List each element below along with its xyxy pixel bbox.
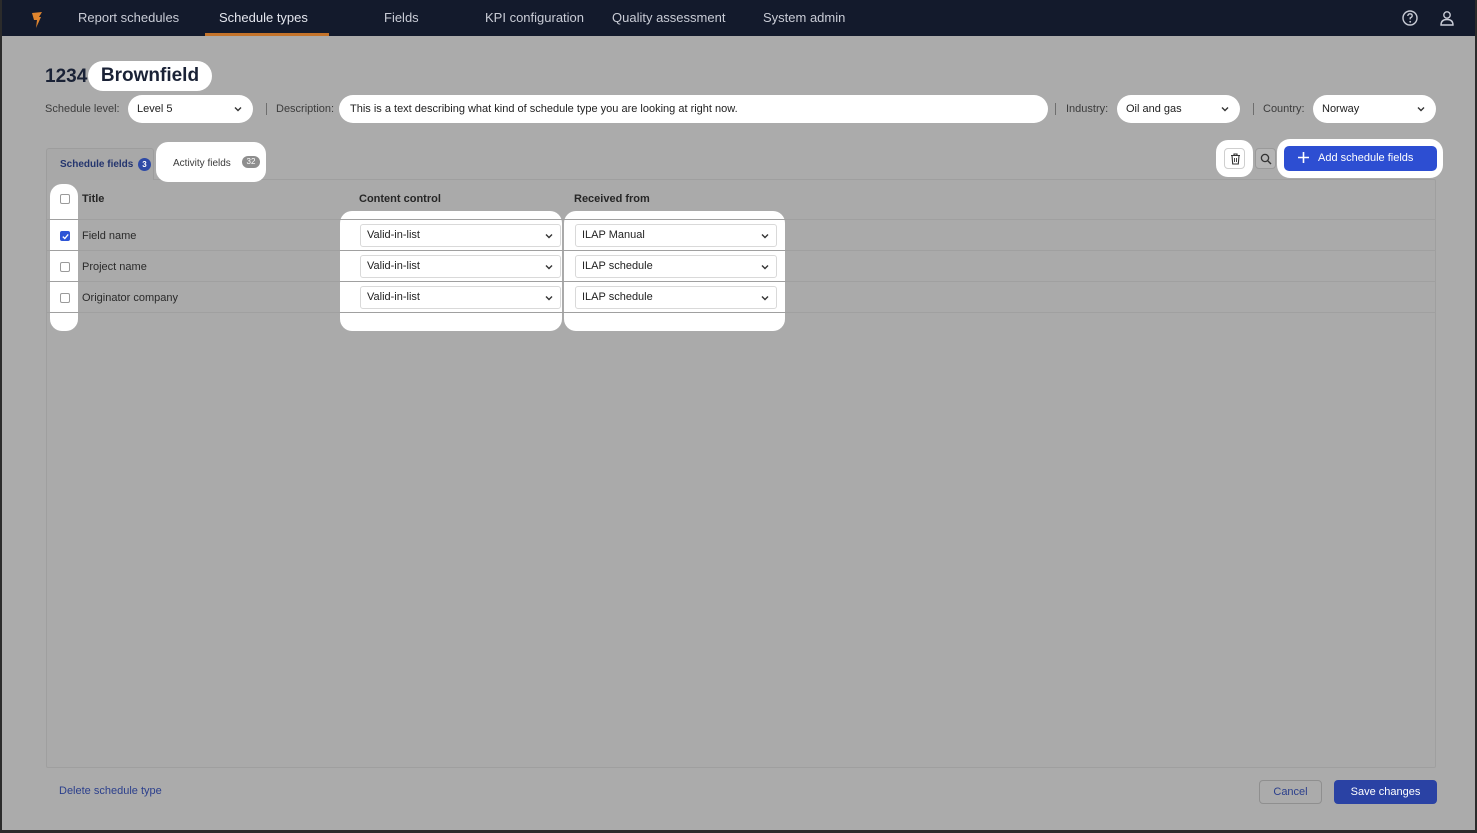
nav-fields[interactable]: Fields xyxy=(384,10,419,25)
country-value: Norway xyxy=(1322,103,1360,115)
schedule-type-number: 1234 xyxy=(45,66,88,87)
received-from-select[interactable]: ILAP Manual xyxy=(575,224,777,247)
nav-schedule-types[interactable]: Schedule types xyxy=(219,10,308,25)
row-title: Field name xyxy=(82,230,137,242)
description-label: Description: xyxy=(276,103,335,115)
country-label: Country: xyxy=(1263,103,1305,115)
select-all-checkbox[interactable] xyxy=(60,194,70,204)
chevron-down-icon xyxy=(761,296,769,301)
checkbox-column-highlight xyxy=(50,184,78,331)
search-icon xyxy=(1260,153,1272,165)
save-changes-button[interactable]: Save changes xyxy=(1334,780,1437,804)
app-logo-icon xyxy=(32,12,42,28)
delete-schedule-type-link[interactable]: Delete schedule type xyxy=(59,785,162,797)
divider xyxy=(1253,103,1254,115)
active-tab-indicator xyxy=(205,33,329,36)
select-value: Valid-in-list xyxy=(367,291,420,303)
schedule-level-label: Schedule level: xyxy=(45,103,120,115)
chevron-down-icon xyxy=(1417,107,1425,112)
select-value: ILAP schedule xyxy=(582,260,653,272)
nav-system-admin[interactable]: System admin xyxy=(763,10,845,25)
top-navigation: Report schedules Schedule types Fields K… xyxy=(2,0,1475,36)
nav-report-schedules[interactable]: Report schedules xyxy=(78,10,179,25)
divider xyxy=(1055,103,1056,115)
count-badge: 3 xyxy=(138,158,151,171)
row-divider xyxy=(47,219,1436,220)
received-from-select[interactable]: ILAP schedule xyxy=(575,255,777,278)
count-badge: 32 xyxy=(242,156,260,168)
trash-icon xyxy=(1231,153,1240,165)
schedule-level-value: Level 5 xyxy=(137,103,173,115)
description-field[interactable]: This is a text describing what kind of s… xyxy=(339,95,1048,123)
row-divider xyxy=(47,250,1436,251)
plus-icon xyxy=(1298,152,1309,163)
chevron-down-icon xyxy=(761,234,769,239)
content-control-select[interactable]: Valid-in-list xyxy=(360,255,561,278)
row-checkbox[interactable] xyxy=(60,231,70,241)
delete-selected-button[interactable] xyxy=(1216,140,1253,177)
industry-value: Oil and gas xyxy=(1126,103,1182,115)
content-control-select[interactable]: Valid-in-list xyxy=(360,224,561,247)
delete-button-frame xyxy=(1224,148,1245,169)
select-value: Valid-in-list xyxy=(367,260,420,272)
tab-label: Schedule fields xyxy=(60,159,134,170)
row-divider xyxy=(47,312,1436,313)
chevron-down-icon xyxy=(234,107,242,112)
cancel-button[interactable]: Cancel xyxy=(1259,780,1322,804)
industry-select[interactable]: Oil and gas xyxy=(1117,95,1240,123)
row-checkbox[interactable] xyxy=(60,293,70,303)
country-select[interactable]: Norway xyxy=(1313,95,1436,123)
schedule-type-name[interactable]: Brownfield xyxy=(88,61,212,91)
chevron-down-icon xyxy=(761,265,769,270)
column-header-content-control[interactable]: Content control xyxy=(359,193,441,205)
search-button[interactable] xyxy=(1255,148,1276,169)
tab-label: Activity fields xyxy=(173,158,231,169)
help-icon[interactable] xyxy=(1401,9,1419,27)
schedule-level-select[interactable]: Level 5 xyxy=(128,95,253,123)
app-frame: Report schedules Schedule types Fields K… xyxy=(2,0,1475,830)
row-title: Originator company xyxy=(82,292,178,304)
industry-label: Industry: xyxy=(1066,103,1109,115)
chevron-down-icon xyxy=(545,265,553,270)
nav-kpi-configuration[interactable]: KPI configuration xyxy=(485,10,584,25)
divider xyxy=(266,103,267,115)
select-value: ILAP schedule xyxy=(582,291,653,303)
row-title: Project name xyxy=(82,261,147,273)
row-divider xyxy=(47,281,1436,282)
received-from-select[interactable]: ILAP schedule xyxy=(575,286,777,309)
select-value: ILAP Manual xyxy=(582,229,645,241)
column-header-received-from[interactable]: Received from xyxy=(574,193,650,205)
chevron-down-icon xyxy=(1221,107,1229,112)
checkmark-icon xyxy=(62,233,69,240)
tab-activity-fields[interactable]: Activity fields 32 xyxy=(156,142,266,182)
chevron-down-icon xyxy=(545,234,553,239)
nav-quality-assessment[interactable]: Quality assessment xyxy=(612,10,725,25)
add-schedule-fields-button[interactable]: Add schedule fields xyxy=(1284,146,1437,171)
column-header-title[interactable]: Title xyxy=(82,193,104,205)
content-control-select[interactable]: Valid-in-list xyxy=(360,286,561,309)
add-button-label: Add schedule fields xyxy=(1318,152,1414,164)
row-checkbox[interactable] xyxy=(60,262,70,272)
tab-schedule-fields[interactable]: Schedule fields 3 xyxy=(46,148,154,180)
chevron-down-icon xyxy=(545,296,553,301)
select-value: Valid-in-list xyxy=(367,229,420,241)
user-icon[interactable] xyxy=(1438,9,1456,27)
